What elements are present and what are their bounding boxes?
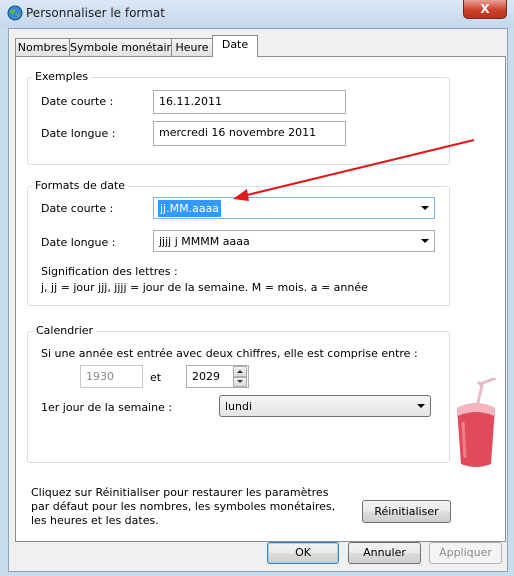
date-formats-legend: Formats de date	[32, 179, 129, 192]
first-day-combo[interactable]: lundi	[219, 395, 431, 417]
spin-up-button[interactable]	[233, 366, 247, 377]
chevron-down-icon[interactable]	[417, 232, 433, 250]
apply-button[interactable]: Appliquer	[429, 542, 502, 564]
letters-meaning-title: Signification des lettres :	[41, 265, 178, 278]
first-day-label: 1er jour de la semaine :	[41, 401, 173, 414]
spin-down-button[interactable]	[233, 377, 247, 387]
tab-date[interactable]: Date	[212, 35, 258, 57]
example-short-label: Date courte :	[41, 95, 114, 108]
arrow-down-icon	[237, 380, 243, 383]
tab-nombres[interactable]: Nombres	[15, 38, 70, 56]
format-long-label: Date longue :	[41, 236, 116, 249]
arrow-up-icon	[237, 370, 243, 373]
window-title: Personnaliser le format	[26, 6, 165, 20]
red-arrow-annotation	[233, 139, 475, 201]
cancel-button[interactable]: Annuler	[348, 542, 421, 564]
short-date-format-value[interactable]: jj.MM.aaaa	[158, 200, 222, 217]
example-short-value: 16.11.2011	[153, 90, 346, 114]
example-long-label: Date longue :	[41, 127, 116, 140]
examples-legend: Exemples	[32, 70, 92, 83]
globe-icon	[7, 5, 23, 21]
chevron-down-icon[interactable]	[413, 397, 429, 415]
smoothie-cup-image	[457, 378, 497, 467]
reset-explanation: Cliquez sur Réinitialiser pour restaurer…	[31, 486, 336, 527]
long-date-format-combo[interactable]: jjjj j MMMM aaaa	[153, 230, 435, 252]
tab-heure[interactable]: Heure	[171, 38, 213, 56]
and-label: et	[150, 371, 162, 384]
close-button[interactable]: X	[463, 0, 507, 19]
long-date-format-value[interactable]: jjjj j MMMM aaaa	[159, 233, 250, 250]
reset-button[interactable]: Réinitialiser	[362, 500, 451, 523]
letters-meaning-text: j, jj = jour jjj, jjjj = jour de la sema…	[41, 281, 368, 294]
first-day-value[interactable]: lundi	[225, 398, 252, 415]
year-start-field: 1930	[80, 365, 143, 388]
two-digit-year-text: Si une année est entrée avec deux chiffr…	[41, 347, 418, 360]
format-short-label: Date courte :	[41, 202, 114, 215]
calendar-legend: Calendrier	[33, 324, 97, 337]
ok-button[interactable]: OK	[267, 542, 339, 564]
tab-symbole-monetaire[interactable]: Symbole monétaire	[69, 38, 178, 56]
